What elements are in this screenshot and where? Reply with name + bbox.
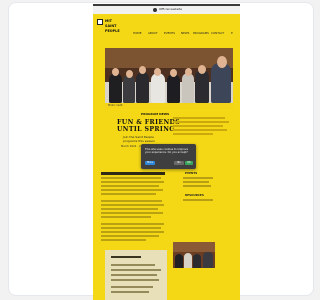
hero-caption: Photo credit xyxy=(105,103,233,109)
small-logo-icon xyxy=(153,8,157,12)
body-text-line xyxy=(101,239,146,241)
aside-text-line xyxy=(173,125,223,127)
nav-item-contact[interactable]: CONTACT xyxy=(211,31,224,35)
body-text-line xyxy=(101,185,159,187)
article-headline-line1: FUN & FRIENDS xyxy=(117,119,181,126)
brand-line-3: PEOPLE xyxy=(105,29,120,33)
sidebar-line xyxy=(183,199,213,201)
nav-item-events[interactable]: EVENTS xyxy=(164,31,175,35)
accept-button[interactable]: OK xyxy=(185,161,193,165)
logo-mark-icon xyxy=(97,19,103,25)
body-text-line xyxy=(101,227,161,229)
body-text-line xyxy=(101,231,164,233)
nav-item-home[interactable]: HOME xyxy=(133,31,142,35)
info-box-line xyxy=(111,269,161,271)
aside-text-line xyxy=(173,121,229,123)
info-box-line xyxy=(111,286,153,288)
body-text-line xyxy=(101,212,163,214)
site-logo[interactable]: MIT SAINT PEOPLE xyxy=(97,19,131,41)
tagline: Official website xyxy=(159,7,182,11)
nav-item-programs[interactable]: PROGRAMS xyxy=(193,31,209,35)
nav-item-news[interactable]: NEWS xyxy=(181,31,189,35)
body-text-line xyxy=(101,193,156,195)
decline-button[interactable]: No xyxy=(174,161,184,165)
sidebar-line xyxy=(183,177,213,179)
body-text-line xyxy=(101,189,163,191)
hero-caption-text: Photo credit xyxy=(108,104,123,107)
body-intro-line xyxy=(101,172,165,175)
body-text-line xyxy=(101,200,162,202)
article-subtitle-line2: programs this season xyxy=(123,139,156,143)
aside-text-line xyxy=(173,117,225,119)
sidebar-title-resources: RESOURCES xyxy=(185,193,204,197)
sidebar-line xyxy=(183,185,211,187)
body-text-line xyxy=(101,235,159,237)
body-text-line xyxy=(101,208,158,210)
body-text-line xyxy=(101,223,164,225)
top-bar xyxy=(93,4,240,6)
article-kicker: PROGRAM NEWS xyxy=(141,112,170,116)
nav-item-about[interactable]: ABOUT xyxy=(148,31,158,35)
cookie-consent-dialog: This site uses cookies to improve your e… xyxy=(141,144,196,169)
body-text-line xyxy=(101,177,161,179)
webpage-preview: Official website MIT SAINT PEOPLE HOME A… xyxy=(93,4,240,300)
main-nav: HOME ABOUT EVENTS NEWS PROGRAMS CONTACT … xyxy=(133,30,233,37)
info-box xyxy=(105,250,167,300)
aside-text-line xyxy=(173,133,213,135)
aside-text-line xyxy=(173,129,227,131)
info-box-line xyxy=(111,264,155,266)
secondary-photo xyxy=(173,242,215,268)
search-icon[interactable]: ⌕ xyxy=(231,30,233,35)
sidebar-title-events: EVENTS xyxy=(185,171,198,175)
article-headline-line2: UNTIL SPRING xyxy=(117,126,175,133)
more-info-button[interactable]: More xyxy=(145,161,155,165)
top-utility-strip: Official website xyxy=(93,4,240,14)
info-box-title xyxy=(111,256,141,258)
info-box-line xyxy=(111,291,149,293)
info-box-line xyxy=(111,279,159,281)
body-text-line xyxy=(101,181,164,183)
body-text-line xyxy=(101,216,151,218)
brand-line-1: MIT xyxy=(105,19,112,23)
info-box-line xyxy=(111,274,157,276)
cookie-consent-message: This site uses cookies to improve your e… xyxy=(145,148,189,155)
brand-line-2: SAINT xyxy=(105,24,117,28)
hero-photo xyxy=(105,48,233,103)
sidebar-line xyxy=(183,181,209,183)
body-text-line xyxy=(101,204,164,206)
